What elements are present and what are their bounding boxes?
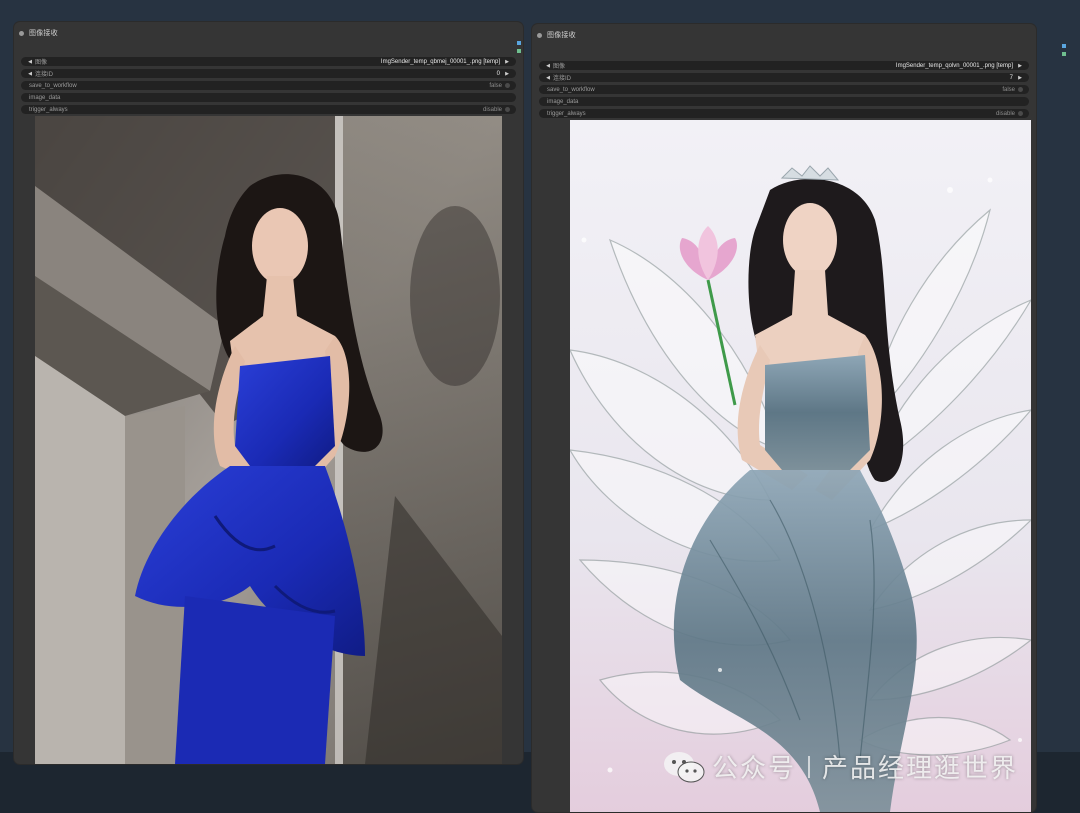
arrow-right-icon[interactable]: ▶ <box>1017 75 1023 81</box>
image-preview-graphic <box>570 120 1031 812</box>
image-preview <box>35 116 502 764</box>
trigger-always-value: disable <box>482 106 502 113</box>
image-value: ImgSender_temp_qolvn_00001_.png [temp] <box>895 62 1013 69</box>
image-receiver-node-1[interactable]: 图像接收 ◀ 图像 ImgSender_temp_qbmej_00001_.pn… <box>14 22 523 764</box>
node-2-output-slots[interactable] <box>1062 44 1066 56</box>
node-header[interactable]: 图像接收 <box>532 24 1036 46</box>
save-to-workflow-value: false <box>1002 86 1015 93</box>
output-slot-green[interactable] <box>517 49 521 53</box>
image-label: 图像 <box>553 64 566 70</box>
image-data-text-widget[interactable]: image_data <box>21 93 516 102</box>
trigger-always-toggle[interactable]: trigger_always disable <box>21 105 516 114</box>
save-to-workflow-toggle[interactable]: save_to_workflow false <box>21 81 516 90</box>
save-to-workflow-label: save_to_workflow <box>29 82 77 89</box>
arrow-right-icon[interactable]: ▶ <box>504 71 510 77</box>
image-preview <box>570 120 1031 812</box>
toggle-knob-icon <box>505 107 510 112</box>
wechat-icon <box>664 751 705 782</box>
trigger-always-label: trigger_always <box>29 106 68 113</box>
node-title: 图像接收 <box>547 32 576 39</box>
link-id-number-widget[interactable]: ◀ 连接ID 0 ▶ <box>21 69 516 78</box>
node-title: 图像接收 <box>29 30 58 37</box>
link-id-label: 连接ID <box>35 72 54 78</box>
link-id-value: 7 <box>1009 74 1013 81</box>
toggle-knob-icon <box>505 83 510 88</box>
watermark-account-type: 公众号 <box>712 753 797 783</box>
image-label: 图像 <box>35 60 48 66</box>
save-to-workflow-value: false <box>489 82 502 89</box>
trigger-always-label: trigger_always <box>547 110 586 117</box>
arrow-left-icon[interactable]: ◀ <box>27 71 33 77</box>
node-header[interactable]: 图像接收 <box>14 22 523 44</box>
toggle-knob-icon <box>1018 87 1023 92</box>
watermark-separator <box>808 755 811 778</box>
image-data-label: image_data <box>547 98 579 105</box>
toggle-knob-icon <box>1018 111 1023 116</box>
arrow-right-icon[interactable]: ▶ <box>1017 63 1023 69</box>
output-slot-blue[interactable] <box>517 41 521 45</box>
save-to-workflow-label: save_to_workflow <box>547 86 595 93</box>
image-receiver-node-2[interactable]: 图像接收 ◀ 图像 ImgSender_temp_qolvn_00001_.pn… <box>532 24 1036 812</box>
output-slot-blue[interactable] <box>1062 44 1066 48</box>
image-preview-graphic <box>35 116 502 764</box>
node-1-output-slots[interactable] <box>517 41 521 53</box>
watermark-account-name: 产品经理逛世界 <box>822 753 1019 783</box>
image-data-text-widget[interactable]: image_data <box>539 97 1029 106</box>
arrow-left-icon[interactable]: ◀ <box>27 59 33 65</box>
node-widgets: ◀ 图像 ImgSender_temp_qolvn_00001_.png [te… <box>539 61 1029 121</box>
image-data-label: image_data <box>29 94 61 101</box>
arrow-left-icon[interactable]: ◀ <box>545 75 551 81</box>
image-combo-widget[interactable]: ◀ 图像 ImgSender_temp_qbmej_00001_.png [te… <box>21 57 516 66</box>
arrow-left-icon[interactable]: ◀ <box>545 63 551 69</box>
node-collapse-dot[interactable] <box>19 30 24 36</box>
output-slot-green[interactable] <box>1062 52 1066 56</box>
link-id-number-widget[interactable]: ◀ 连接ID 7 ▶ <box>539 73 1029 82</box>
node-widgets: ◀ 图像 ImgSender_temp_qbmej_00001_.png [te… <box>21 57 516 117</box>
trigger-always-value: disable <box>995 110 1015 117</box>
node-collapse-dot[interactable] <box>537 32 542 38</box>
link-id-label: 连接ID <box>553 76 572 82</box>
link-id-value: 0 <box>496 70 500 77</box>
trigger-always-toggle[interactable]: trigger_always disable <box>539 109 1029 118</box>
wechat-watermark: 公众号 产品经理逛世界 <box>662 748 1018 785</box>
image-combo-widget[interactable]: ◀ 图像 ImgSender_temp_qolvn_00001_.png [te… <box>539 61 1029 70</box>
save-to-workflow-toggle[interactable]: save_to_workflow false <box>539 85 1029 94</box>
image-value: ImgSender_temp_qbmej_00001_.png [temp] <box>380 58 500 65</box>
arrow-right-icon[interactable]: ▶ <box>504 59 510 65</box>
